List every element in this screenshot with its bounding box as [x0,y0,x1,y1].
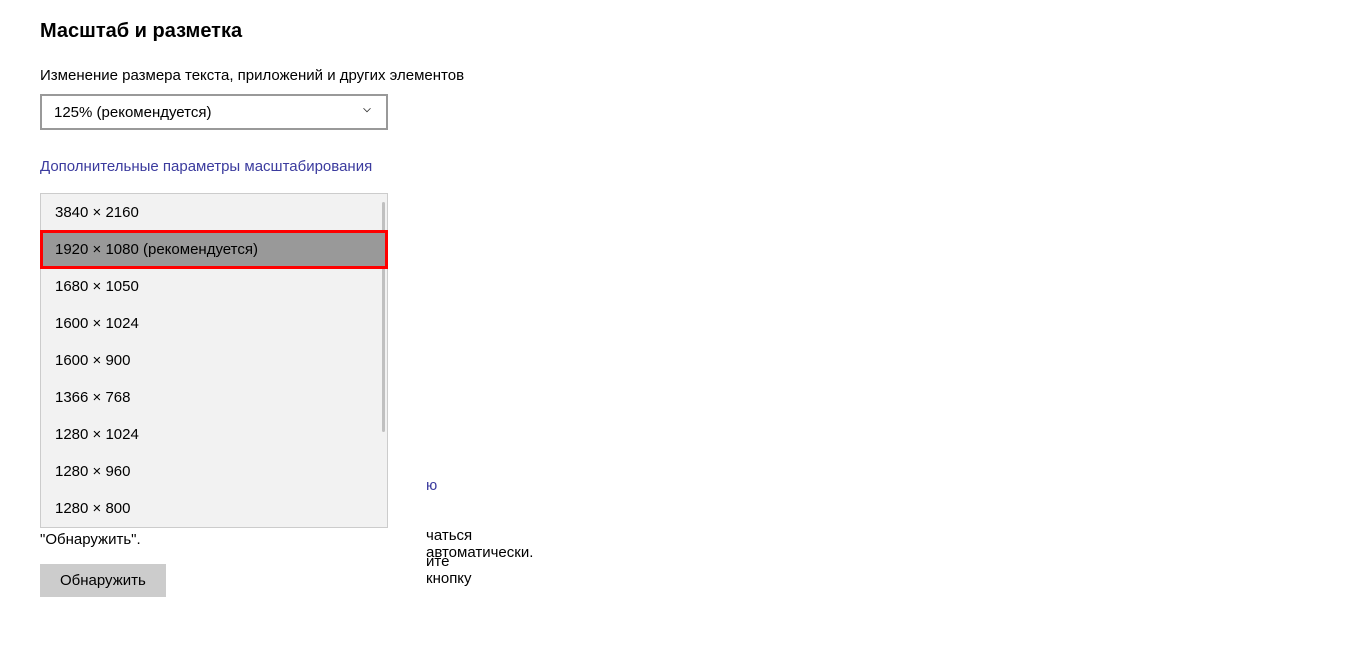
resolution-option[interactable]: 1280 × 960 [41,453,387,490]
behind-link-fragment[interactable]: ю [426,477,437,494]
resolution-option[interactable]: 3840 × 2160 [41,194,387,231]
detect-help-line3: "Обнаружить". [40,528,1305,552]
scale-dropdown[interactable]: 125% (рекомендуется) [40,94,388,130]
scale-setting-label: Изменение размера текста, приложений и д… [40,67,1305,84]
resolution-option[interactable]: 1600 × 900 [41,342,387,379]
resolution-option[interactable]: 1600 × 1024 [41,305,387,342]
chevron-down-icon [360,103,374,121]
resolution-dropdown-list[interactable]: 3840 × 2160 1920 × 1080 (рекомендуется) … [40,193,388,528]
scale-dropdown-value: 125% (рекомендуется) [54,104,211,121]
resolution-option[interactable]: 1680 × 1050 [41,268,387,305]
behind-text-line2: ите кнопку [426,553,472,587]
detect-button[interactable]: Обнаружить [40,564,166,597]
resolution-option-recommended[interactable]: 1920 × 1080 (рекомендуется) [41,231,387,268]
resolution-option[interactable]: 1280 × 800 [41,490,387,527]
advanced-scaling-link[interactable]: Дополнительные параметры масштабирования [40,158,1305,175]
scale-section-title: Масштаб и разметка [40,20,1305,43]
resolution-option[interactable]: 1280 × 1024 [41,416,387,453]
resolution-option[interactable]: 1366 × 768 [41,379,387,416]
